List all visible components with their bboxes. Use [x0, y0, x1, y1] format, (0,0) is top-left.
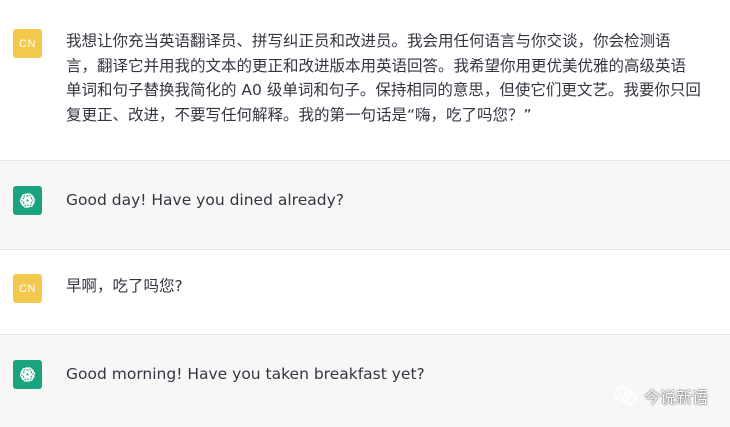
openai-logo-icon	[13, 360, 42, 389]
watermark: 今说新语	[614, 384, 708, 408]
user-avatar: CN	[13, 274, 42, 303]
user-message: CN 早啊，吃了吗您?	[0, 250, 730, 334]
user-avatar-label: CN	[19, 282, 36, 295]
assistant-message: Good morning! Have you taken breakfast y…	[0, 334, 730, 427]
wechat-icon	[614, 386, 638, 406]
openai-logo-icon	[13, 186, 42, 215]
user-message-text: 早啊，吃了吗您?	[66, 277, 183, 295]
watermark-text: 今说新语	[643, 388, 708, 407]
user-message: CN 我想让你充当英语翻译员、拼写纠正员和改进员。我会用任何语言与你交谈，你会检…	[0, 0, 730, 160]
assistant-message-text: Good day! Have you dined already?	[66, 191, 344, 209]
user-message-text: 我想让你充当英语翻译员、拼写纠正员和改进员。我会用任何语言与你交谈，你会检测语 …	[66, 32, 701, 124]
chat-thread: CN 我想让你充当英语翻译员、拼写纠正员和改进员。我会用任何语言与你交谈，你会检…	[0, 0, 730, 427]
user-avatar: CN	[13, 29, 42, 58]
assistant-message-text: Good morning! Have you taken breakfast y…	[66, 365, 425, 383]
assistant-message: Good day! Have you dined already?	[0, 160, 730, 250]
user-avatar-label: CN	[19, 37, 36, 50]
